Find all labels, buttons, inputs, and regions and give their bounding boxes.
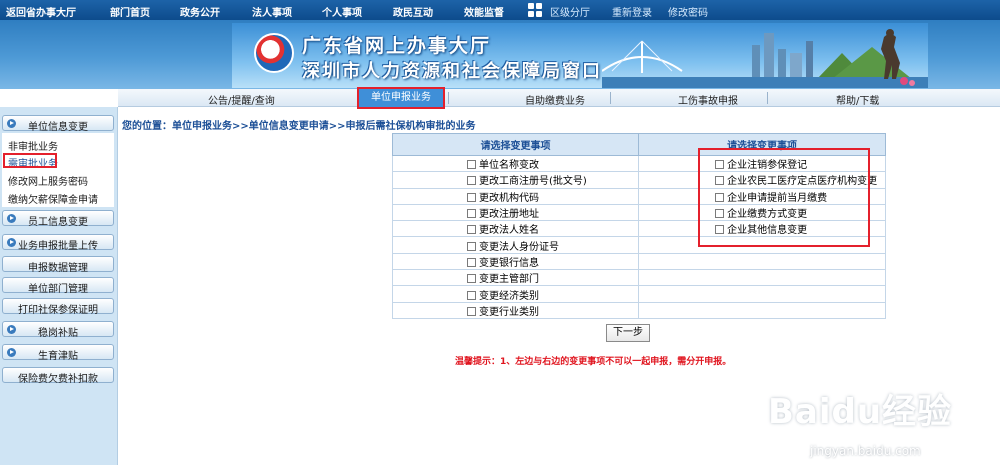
left-item-label: 更改机构代码 <box>479 192 539 204</box>
left-item-label: 更改注册地址 <box>479 209 539 221</box>
top-nav-legal-person[interactable]: 法人事项 <box>252 4 292 19</box>
tab-unit-declaration[interactable]: 单位申报业务 <box>357 87 445 109</box>
left-cell: 单位名称变改 <box>391 154 640 173</box>
sidebar-link-change-password[interactable]: 修改网上服务密码 <box>8 173 88 188</box>
banner-title-line2: 深圳市人力资源和社会保障局窗口 <box>302 61 602 82</box>
top-navigation-bar: 返回省办事大厅 部门首页 政务公开 法人事项 个人事项 政民互动 效能监督 区级… <box>0 0 1000 20</box>
right-cell <box>638 252 886 271</box>
left-item-checkbox[interactable] <box>467 209 476 219</box>
left-item-label: 变更银行信息 <box>479 257 539 269</box>
emblem-icon <box>254 33 294 73</box>
city-skyline-icon <box>602 29 928 88</box>
next-step-button[interactable]: 下一步 <box>606 324 650 342</box>
baidu-watermark: Baidu经验 jingyan.baidu.com <box>768 384 1000 465</box>
sidebar-item-data-management[interactable]: 申报数据管理 <box>2 256 114 274</box>
left-item-checkbox[interactable] <box>467 257 476 267</box>
left-cell: 更改机构代码 <box>391 187 640 205</box>
top-nav-supervision[interactable]: 效能监督 <box>464 4 504 19</box>
left-cell: 变更法人身份证号 <box>391 236 640 254</box>
tab-notice-query[interactable]: 公告/提醒/查询 <box>208 92 275 107</box>
top-nav-interaction[interactable]: 政民互动 <box>393 4 433 19</box>
top-nav-relogin[interactable]: 重新登录 <box>612 4 652 19</box>
left-item-checkbox[interactable] <box>467 160 476 170</box>
left-cell: 变更主管部门 <box>391 269 640 287</box>
table-row: 变更银行信息 <box>391 252 886 271</box>
sidebar-item-department-management[interactable]: 单位部门管理 <box>2 277 114 295</box>
left-cell: 更改注册地址 <box>391 203 640 222</box>
table-row: 变更经济类别 <box>391 285 886 303</box>
right-column-highlight-box <box>698 148 870 247</box>
top-nav-gov-affairs[interactable]: 政务公开 <box>180 4 220 19</box>
left-cell: 变更银行信息 <box>391 252 640 271</box>
top-nav-return-hall[interactable]: 返回省办事大厅 <box>6 4 76 19</box>
left-item-label: 更改法人姓名 <box>479 225 539 237</box>
left-item-label: 更改工商注册号(批文号) <box>479 176 587 188</box>
banner-title-line1: 广东省网上办事大厅 <box>302 35 492 57</box>
watermark-url: jingyan.baidu.com <box>810 444 921 458</box>
warm-tip: 温馨提示：1、左边与右边的变更事项不可以一起申报，需分开申报。 <box>455 357 732 367</box>
sidebar-item-print-certificate[interactable]: 打印社保参保证明 <box>2 298 114 316</box>
left-item-label: 变更行业类别 <box>479 306 539 318</box>
sidebar-link-wage-guarantee[interactable]: 缴纳欠薪保障金申请 <box>8 191 98 206</box>
selected-highlight-box <box>3 153 57 168</box>
left-item-checkbox[interactable] <box>467 225 476 235</box>
table-header-left: 请选择变更事项 <box>391 133 640 156</box>
district-grid-icon[interactable] <box>528 3 542 17</box>
sidebar-item-employee-info-change[interactable]: 员工信息变更 <box>2 210 114 228</box>
tab-self-payment[interactable]: 自助缴费业务 <box>525 92 585 107</box>
left-cell: 变更经济类别 <box>391 285 640 303</box>
sidebar-item-batch-upload[interactable]: 业务申报批量上传 <box>2 234 114 252</box>
top-nav-change-pwd[interactable]: 修改密码 <box>668 4 708 19</box>
top-nav-personal[interactable]: 个人事项 <box>322 4 362 19</box>
right-cell <box>638 285 886 303</box>
sidebar-item-arrears-deduction[interactable]: 保险费欠费补扣款 <box>2 367 114 385</box>
left-item-label: 变更法人身份证号 <box>479 241 559 253</box>
left-item-checkbox[interactable] <box>467 241 476 251</box>
right-cell <box>638 269 886 287</box>
left-item-label: 变更经济类别 <box>479 290 539 302</box>
left-cell: 更改工商注册号(批文号) <box>391 171 640 189</box>
left-item-checkbox[interactable] <box>467 192 476 202</box>
function-tabs: 公告/提醒/查询 自助缴费业务 工伤事故申报 帮助/下载 <box>118 89 1000 107</box>
left-item-checkbox[interactable] <box>467 306 476 316</box>
right-cell <box>638 301 886 319</box>
top-nav-district-hall[interactable]: 区级分厅 <box>550 4 590 19</box>
left-item-label: 变更主管部门 <box>479 274 539 286</box>
left-cell: 变更行业类别 <box>391 301 640 319</box>
sidebar-item-job-subsidy[interactable]: 稳岗补贴 <box>2 321 114 339</box>
sidebar-link-non-approval[interactable]: 非审批业务 <box>8 138 58 153</box>
table-row: 变更行业类别 <box>391 301 886 319</box>
sidebar-item-maternity-allowance[interactable]: 生育津贴 <box>2 344 114 362</box>
sidebar-item-unit-info-change[interactable]: 单位信息变更 <box>2 115 114 133</box>
top-nav-dept-home[interactable]: 部门首页 <box>110 4 150 19</box>
left-item-checkbox[interactable] <box>467 290 476 300</box>
banner-image: 广东省网上办事大厅 深圳市人力资源和社会保障局窗口 <box>232 23 928 88</box>
left-item-label: 单位名称变改 <box>479 160 539 172</box>
table-row: 变更主管部门 <box>391 269 886 287</box>
left-item-checkbox[interactable] <box>467 274 476 284</box>
tab-help-download[interactable]: 帮助/下载 <box>836 92 879 107</box>
watermark-brand: Baidu经验 <box>768 392 953 432</box>
tab-injury-report[interactable]: 工伤事故申报 <box>678 92 738 107</box>
left-cell: 更改法人姓名 <box>391 220 640 238</box>
breadcrumb: 您的位置：单位申报业务>>单位信息变更申请>>申报后需社保机构审批的业务 <box>122 121 476 132</box>
left-item-checkbox[interactable] <box>467 176 476 186</box>
